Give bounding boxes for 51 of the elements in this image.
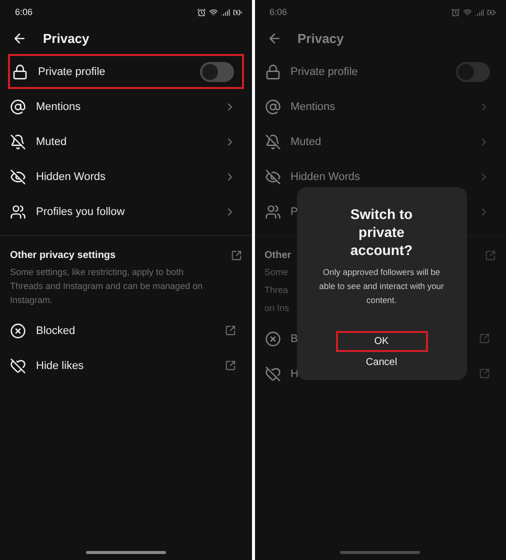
- row-label[interactable]: Profiles you follow: [36, 206, 125, 218]
- status-icons: [451, 8, 496, 16]
- muted-bell-icon: [10, 134, 26, 150]
- row-label[interactable]: H: [290, 368, 298, 380]
- page-title: Privacy: [298, 30, 344, 46]
- hidden-eye-icon: [10, 168, 26, 184]
- lock-icon: [264, 64, 280, 80]
- section-title: Other: [264, 250, 292, 261]
- people-icon: [264, 204, 280, 220]
- at-sign-icon: [264, 98, 280, 114]
- external-link-icon[interactable]: [230, 250, 242, 261]
- status-time: 6:06: [15, 7, 33, 17]
- external-link-icon: [479, 368, 490, 379]
- external-link-icon: [224, 360, 236, 371]
- people-icon: [10, 204, 26, 220]
- toggle-switch[interactable]: [456, 62, 490, 82]
- toggle-switch[interactable]: [200, 62, 234, 82]
- external-link-icon: [224, 325, 236, 336]
- row-label[interactable]: P: [290, 206, 298, 218]
- section-description: Some settings, like restricting, apply to both Threads and Instagram and can be managed on Instagram.: [10, 266, 204, 307]
- blocked-circle-icon: [10, 322, 26, 338]
- row-label[interactable]: Hidden Words: [36, 170, 106, 182]
- hidden-eye-icon: [264, 168, 280, 184]
- description-line: Some: [264, 266, 288, 279]
- row-label[interactable]: Muted: [36, 136, 67, 148]
- blocked-circle-icon: [264, 330, 280, 346]
- lock-icon: [12, 64, 28, 80]
- page-title: Privacy: [43, 30, 90, 46]
- row-label[interactable]: Hide likes: [36, 360, 84, 372]
- crossed-heart-icon: [264, 366, 280, 382]
- description-line: on Ins: [264, 302, 290, 315]
- row-label[interactable]: B: [290, 332, 298, 344]
- row-label[interactable]: Private profile: [38, 66, 106, 78]
- dialog-message: Only approved followers will be able to see and interact with your content.: [318, 266, 445, 307]
- at-sign-icon: [10, 98, 26, 114]
- dialog-button[interactable]: OK: [336, 331, 428, 352]
- dialog-button[interactable]: Cancel: [336, 356, 428, 370]
- description-line: Threa: [264, 284, 288, 297]
- row-label[interactable]: Mentions: [36, 100, 81, 112]
- row-label[interactable]: Private profile: [290, 66, 358, 78]
- status-time: 6:06: [270, 7, 288, 17]
- status-icons: [196, 8, 242, 16]
- muted-bell-icon: [264, 134, 280, 150]
- row-label[interactable]: Muted: [290, 136, 322, 148]
- row-label[interactable]: Mentions: [290, 100, 336, 112]
- external-link-icon: [479, 333, 490, 344]
- section-title: Other privacy settings: [10, 250, 116, 261]
- row-label[interactable]: Blocked: [36, 324, 76, 336]
- row-label[interactable]: Hidden Words: [290, 170, 360, 182]
- dialog-title: Switch to private account?: [349, 205, 414, 259]
- crossed-heart-icon: [10, 358, 26, 374]
